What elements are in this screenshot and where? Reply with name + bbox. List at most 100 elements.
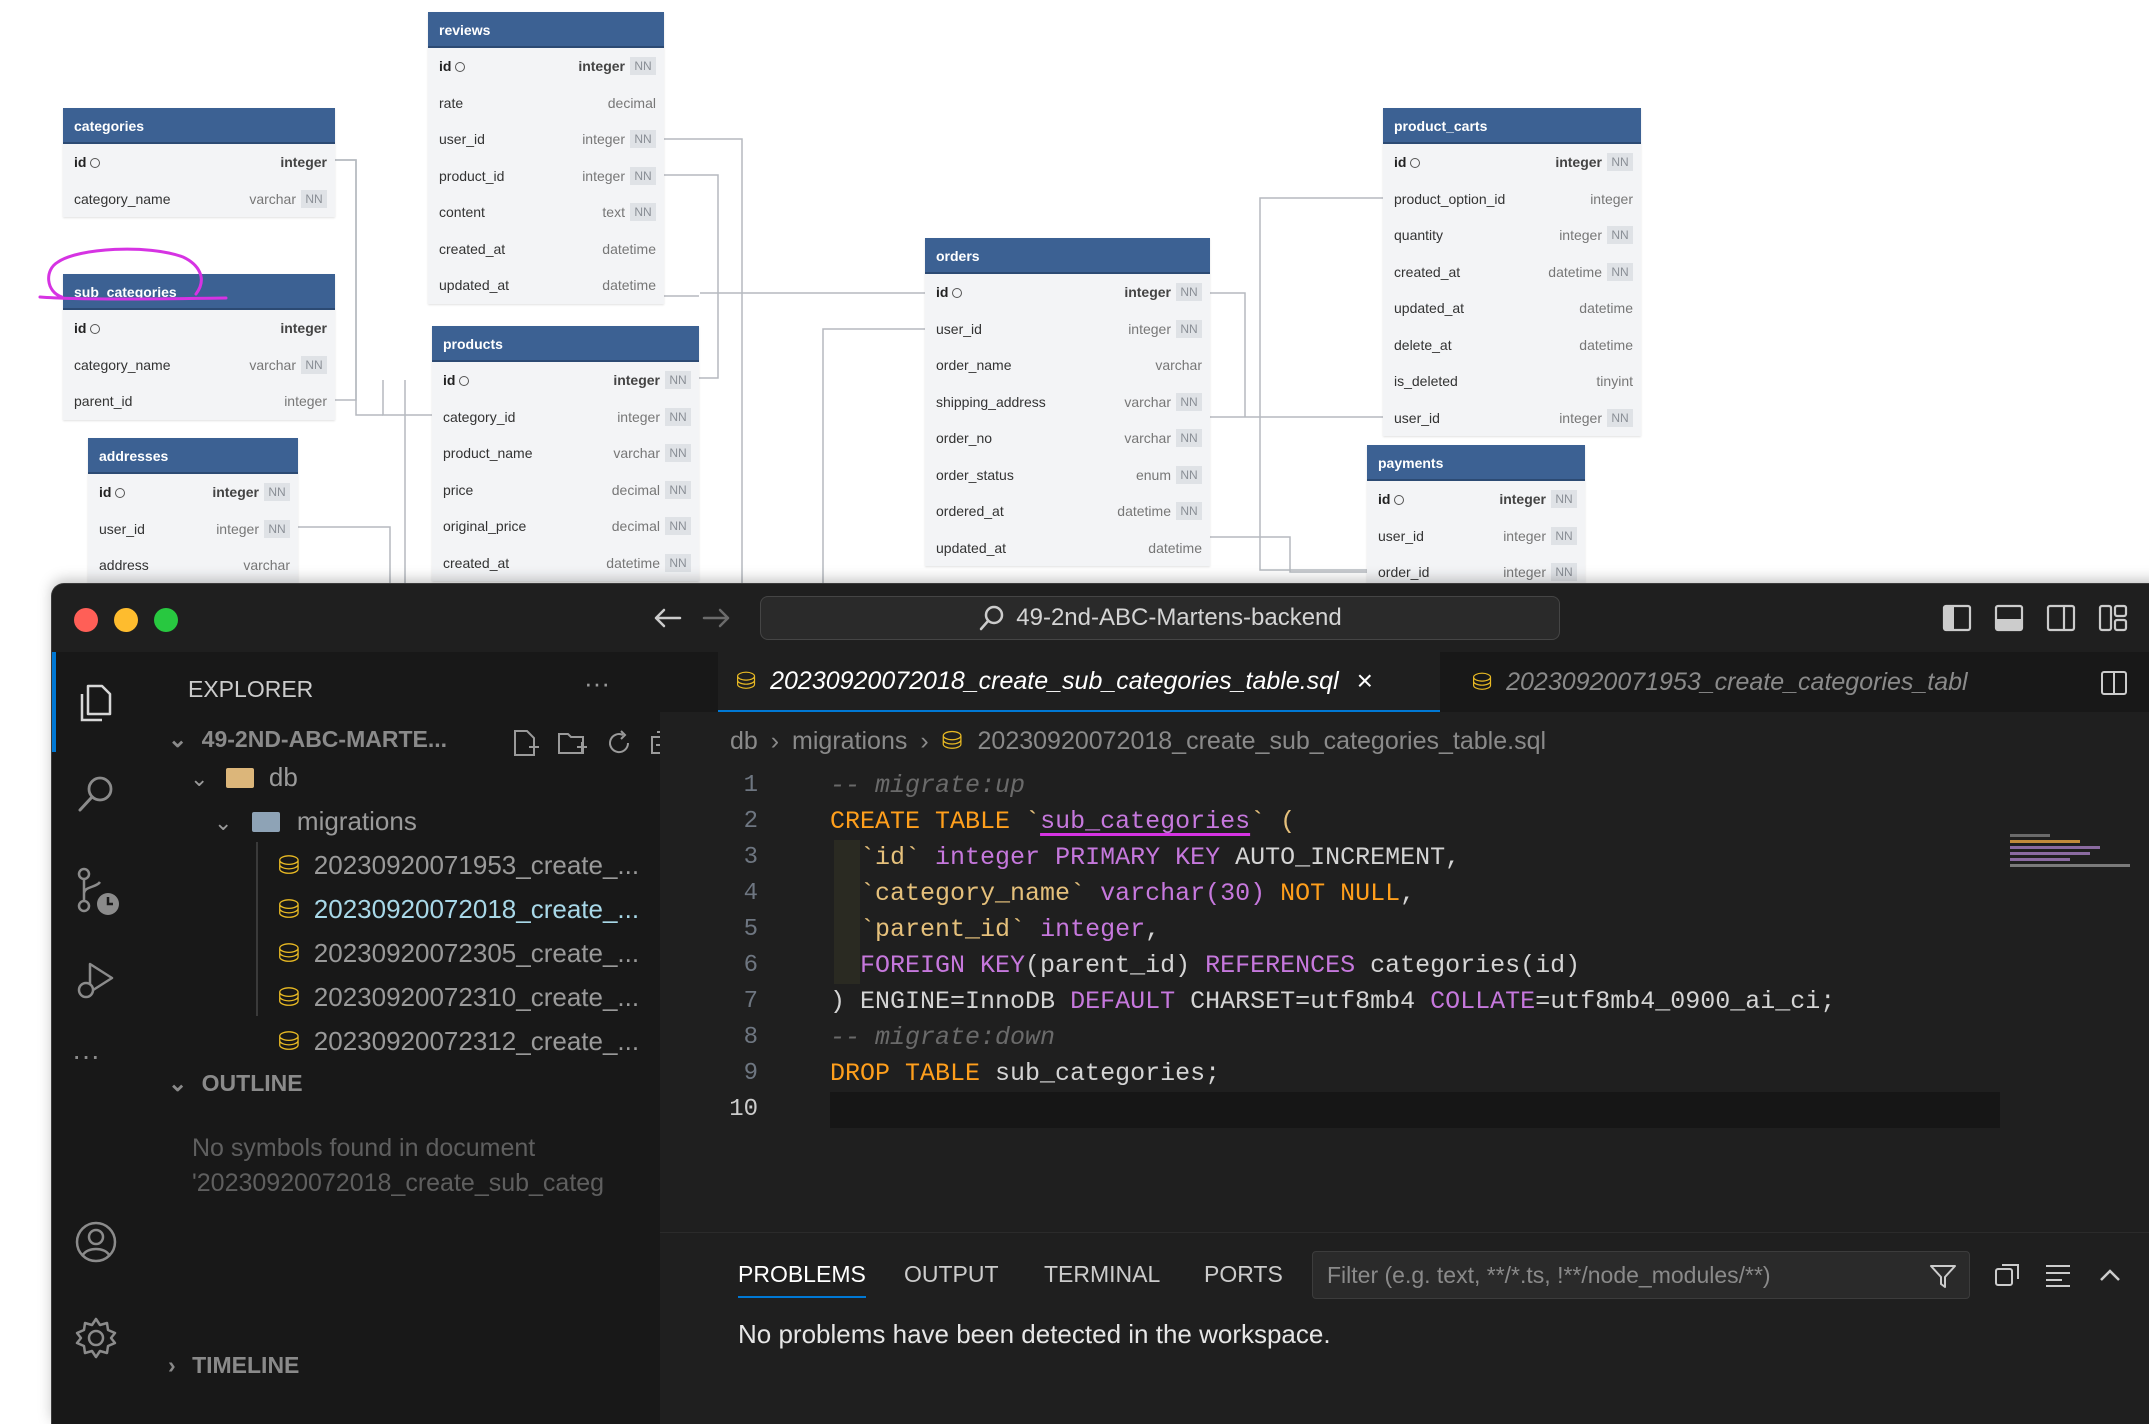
customize-layout-icon[interactable]	[2098, 604, 2128, 632]
word-wrap-icon[interactable]	[2044, 1261, 2072, 1289]
minimize-window-button[interactable]	[114, 608, 138, 632]
refresh-icon[interactable]	[604, 728, 634, 758]
problems-filter-field[interactable]: Filter (e.g. text, **/*.ts, !**/node_mod…	[1312, 1251, 1970, 1299]
erd-field-row[interactable]: product_name varchar NN	[432, 435, 699, 472]
chevron-up-icon[interactable]	[2096, 1261, 2124, 1289]
file-item[interactable]: ⛁ 20230920072310_create_...	[278, 982, 639, 1013]
erd-field-row[interactable]: id integer NN	[428, 48, 664, 85]
new-file-icon[interactable]	[510, 728, 540, 758]
erd-field-row[interactable]: id integer NN	[88, 474, 298, 511]
toggle-panel-icon[interactable]	[1994, 604, 2024, 632]
erd-table-addresses[interactable]: addresses id integer NN user_id integer NN addr…	[88, 438, 298, 584]
erd-field-row[interactable]: user_id integer NN	[1383, 400, 1641, 437]
more-views-icon[interactable]: ···	[72, 1040, 100, 1072]
erd-table-payments[interactable]: payments id integer NN user_id integer NN order…	[1367, 445, 1585, 591]
gear-icon[interactable]	[74, 1316, 118, 1360]
line-number-current: 10	[729, 1096, 758, 1123]
erd-field-row[interactable]: user_id integer NN	[925, 311, 1210, 348]
search-icon[interactable]	[74, 772, 118, 816]
erd-field-row[interactable]: product_option_id integer	[1383, 181, 1641, 218]
erd-table-products[interactable]: products id integer NN category_id integer NN p…	[432, 326, 699, 581]
erd-field-name: created_at	[1394, 263, 1461, 280]
erd-field-row[interactable]: id integer	[63, 144, 335, 181]
explorer-more-button[interactable]: ···	[584, 668, 610, 699]
erd-field-row[interactable]: user_id integer NN	[1367, 518, 1585, 555]
erd-field-row[interactable]: shipping_address varchar NN	[925, 384, 1210, 421]
tab-problems[interactable]: PROBLEMS	[738, 1261, 866, 1298]
minimap[interactable]	[2010, 834, 2149, 874]
erd-field-row[interactable]: id integer NN	[1367, 481, 1585, 518]
timeline-section-header[interactable]: › TIMELINE	[168, 1352, 299, 1379]
tab-inactive[interactable]: ⛁ 20230920071953_create_categories_tabl	[1472, 652, 2092, 712]
explorer-files-icon[interactable]	[74, 680, 118, 724]
tab-ports[interactable]: PORTS	[1204, 1261, 1283, 1288]
run-debug-icon[interactable]	[74, 958, 118, 1002]
forward-arrow-icon[interactable]	[702, 606, 732, 630]
erd-field-row[interactable]: order_status enum NN	[925, 457, 1210, 494]
file-item-active[interactable]: ⛁ 20230920072018_create_...	[278, 894, 639, 925]
outline-section-header[interactable]: ⌄ OUTLINE	[168, 1070, 303, 1097]
split-editor-icon[interactable]	[2100, 670, 2128, 696]
erd-table-product-carts[interactable]: product_carts id integer NN product_option_i…	[1383, 108, 1641, 436]
erd-field-row[interactable]: delete_at datetime	[1383, 327, 1641, 364]
erd-field-row[interactable]: id integer NN	[1383, 144, 1641, 181]
tab-terminal[interactable]: TERMINAL	[1044, 1261, 1160, 1288]
erd-field-row[interactable]: created_at datetime	[428, 231, 664, 268]
erd-field-row[interactable]: category_name varchar NN	[63, 347, 335, 384]
erd-field-row[interactable]: parent_id integer	[63, 383, 335, 420]
erd-field-row[interactable]: category_name varchar NN	[63, 181, 335, 218]
maximize-window-button[interactable]	[154, 608, 178, 632]
toggle-secondary-sidebar-icon[interactable]	[2046, 604, 2076, 632]
workspace-row[interactable]: ⌄ 49-2ND-ABC-MARTE...	[168, 726, 447, 753]
erd-field-row[interactable]: ordered_at datetime NN	[925, 493, 1210, 530]
close-icon[interactable]: ×	[1357, 665, 1373, 697]
erd-field-row[interactable]: updated_at datetime	[925, 530, 1210, 567]
erd-field-row[interactable]: created_at datetime NN	[432, 545, 699, 582]
folder-migrations[interactable]: ⌄ migrations	[214, 806, 417, 837]
tab-active[interactable]: ⛁ 20230920072018_create_sub_categories_t…	[718, 652, 1440, 712]
code-type: varchar(30)	[1100, 879, 1266, 908]
erd-field-row[interactable]: is_deleted tinyint	[1383, 363, 1641, 400]
erd-field-row[interactable]: quantity integer NN	[1383, 217, 1641, 254]
erd-field-row[interactable]: content text NN	[428, 194, 664, 231]
account-icon[interactable]	[74, 1220, 118, 1264]
erd-field-row[interactable]: category_id integer NN	[432, 399, 699, 436]
erd-field-name: user_id	[936, 320, 982, 337]
toggle-primary-sidebar-icon[interactable]	[1942, 604, 1972, 632]
erd-field-row[interactable]: address varchar	[88, 547, 298, 584]
erd-field-name: user_id	[99, 520, 145, 537]
copy-icon[interactable]	[1994, 1261, 2022, 1289]
erd-table-orders[interactable]: orders id integer NN user_id integer NN order_n…	[925, 238, 1210, 566]
tab-output[interactable]: OUTPUT	[904, 1261, 999, 1288]
erd-field-row[interactable]: id integer	[63, 310, 335, 347]
breadcrumb-item[interactable]: db	[730, 727, 758, 755]
erd-field-row[interactable]: id integer NN	[925, 274, 1210, 311]
file-item[interactable]: ⛁ 20230920072305_create_...	[278, 938, 639, 969]
new-folder-icon[interactable]	[556, 728, 588, 758]
erd-field-row[interactable]: created_at datetime NN	[1383, 254, 1641, 291]
code-editor[interactable]: -- migrate:up CREATE TABLE `sub_categori…	[830, 768, 2130, 1168]
erd-field-row[interactable]: user_id integer NN	[88, 511, 298, 548]
erd-field-row[interactable]: price decimal NN	[432, 472, 699, 509]
erd-field-row[interactable]: order_name varchar	[925, 347, 1210, 384]
folder-db[interactable]: ⌄ db	[190, 762, 298, 793]
filter-icon[interactable]	[1929, 1263, 1957, 1289]
erd-table-reviews[interactable]: reviews id integer NN rate decimal user_id inte…	[428, 12, 664, 304]
erd-field-row[interactable]: original_price decimal NN	[432, 508, 699, 545]
erd-field-row[interactable]: order_no varchar NN	[925, 420, 1210, 457]
erd-field-row[interactable]: updated_at datetime	[428, 267, 664, 304]
erd-field-row[interactable]: rate decimal	[428, 85, 664, 122]
breadcrumb-item[interactable]: 20230920072018_create_sub_categories_tab…	[978, 727, 1547, 755]
erd-field-row[interactable]: id integer NN	[432, 362, 699, 399]
erd-field-row[interactable]: user_id integer NN	[428, 121, 664, 158]
source-control-icon[interactable]	[74, 866, 124, 920]
erd-table-categories[interactable]: categories id integer category_name varchar N…	[63, 108, 335, 217]
breadcrumb-item[interactable]: migrations	[792, 727, 907, 755]
command-center-search[interactable]: 49-2nd-ABC-Martens-backend	[760, 596, 1560, 640]
back-arrow-icon[interactable]	[652, 606, 682, 630]
close-window-button[interactable]	[74, 608, 98, 632]
file-item[interactable]: ⛁ 20230920071953_create_...	[278, 850, 639, 881]
file-item[interactable]: ⛁ 20230920072312_create_...	[278, 1026, 639, 1057]
erd-field-row[interactable]: product_id integer NN	[428, 158, 664, 195]
erd-field-row[interactable]: updated_at datetime	[1383, 290, 1641, 327]
